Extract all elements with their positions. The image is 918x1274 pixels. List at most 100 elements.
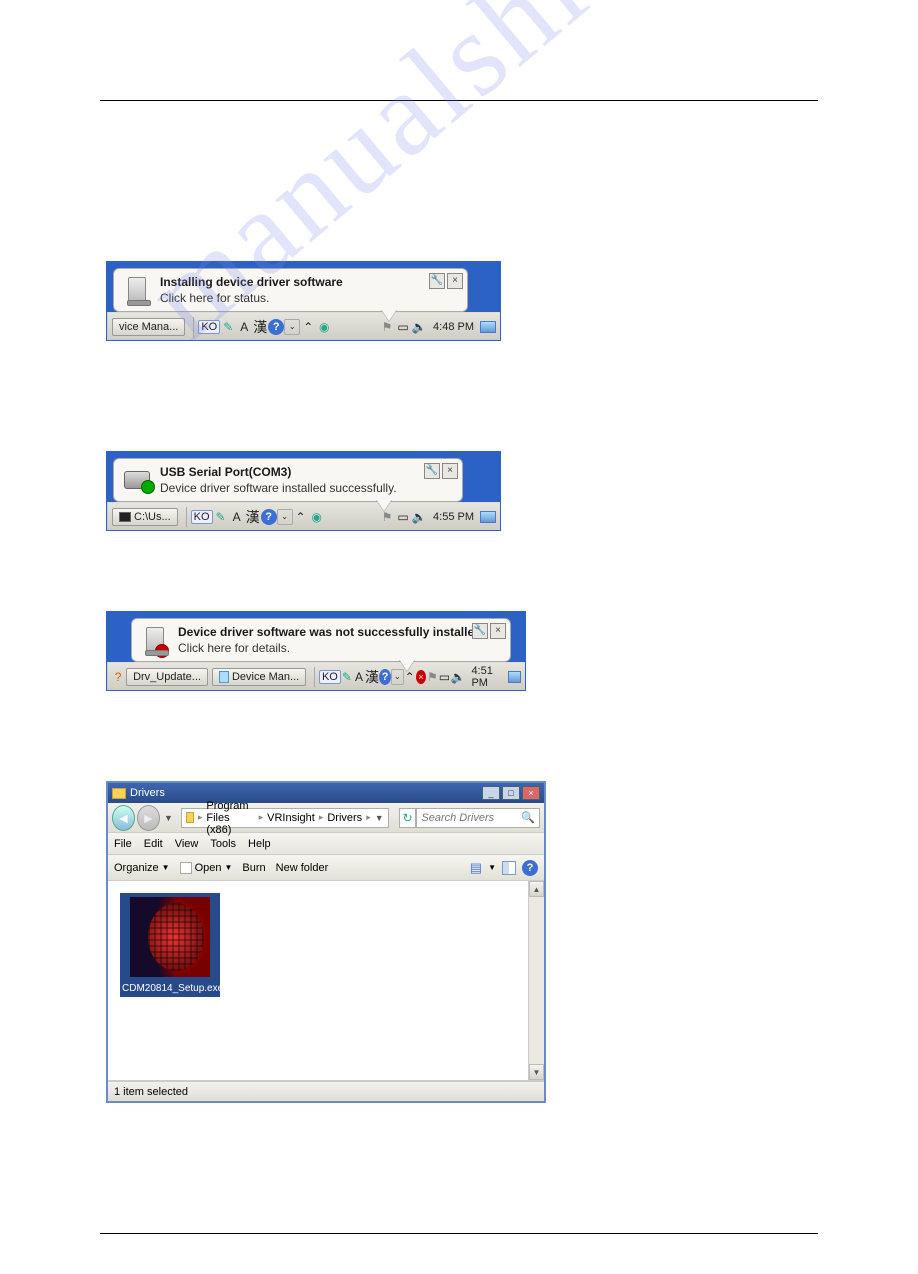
balloon-tail (376, 499, 392, 511)
wrench-icon[interactable]: 🔧 (429, 273, 445, 289)
show-desktop[interactable] (480, 321, 496, 333)
taskbar-button[interactable]: C:\Us... (112, 508, 178, 526)
close-icon[interactable]: × (442, 463, 458, 479)
folder-icon (186, 812, 194, 823)
speaker-icon[interactable]: 🔈 (411, 319, 427, 335)
ime-language-indicator[interactable]: KO (319, 670, 341, 684)
scene-fail: 🔧 × Device driver software was not succe… (106, 611, 526, 691)
balloon-message: Device driver software installed success… (160, 481, 397, 495)
speaker-icon[interactable]: 🔈 (411, 509, 427, 525)
hanja-icon[interactable]: 漢 (252, 319, 268, 335)
help-icon[interactable]: ? (261, 509, 277, 525)
tray-driver-error-icon[interactable]: × (416, 670, 427, 684)
show-desktop[interactable] (508, 671, 521, 683)
taskbar-button[interactable]: Device Man... (212, 668, 306, 686)
search-input[interactable] (421, 812, 521, 824)
search-icon[interactable]: 🔍 (521, 811, 535, 824)
file-pane[interactable]: CDM20814_Setup.exe ▲ ▼ (108, 881, 544, 1081)
ime-language-indicator[interactable]: KO (191, 510, 213, 524)
view-dropdown-icon[interactable]: ▼ (488, 863, 496, 872)
balloon-installed[interactable]: 🔧 × USB Serial Port(COM3) Device driver … (113, 458, 463, 502)
tray-caret-icon[interactable]: ⌃ (293, 509, 309, 525)
breadcrumb-dropdown-icon[interactable]: ▼ (375, 813, 384, 823)
flag-icon[interactable]: ⚑ (426, 669, 438, 685)
view-mode-icon[interactable]: ▤ (470, 860, 482, 876)
balloon-fail[interactable]: 🔧 × Device driver software was not succe… (131, 618, 511, 662)
title-bar[interactable]: Drivers _ □ × (108, 783, 544, 803)
ime-tool-icon[interactable]: ✎ (341, 669, 353, 685)
taskbar-button[interactable]: vice Mana... (112, 318, 185, 336)
scene-installed: 🔧 × USB Serial Port(COM3) Device driver … (106, 451, 501, 531)
balloon-message: Click here for status. (160, 291, 343, 305)
show-desktop[interactable] (480, 511, 496, 523)
maximize-button[interactable]: □ (502, 786, 520, 800)
monitors-icon[interactable]: ▭ (395, 509, 411, 525)
balloon-message: Click here for details. (178, 641, 481, 655)
ime-language-indicator[interactable]: KO (198, 320, 220, 334)
ime-tool-icon[interactable]: ✎ (220, 319, 236, 335)
clock[interactable]: 4:55 PM (427, 511, 480, 523)
breadcrumb-item[interactable]: Program Files (x86) (206, 800, 254, 836)
breadcrumb-item[interactable]: Drivers (327, 812, 362, 824)
monitors-icon[interactable]: ▭ (438, 669, 450, 685)
tray-driver-icon[interactable]: ◉ (309, 509, 325, 525)
scroll-down-icon[interactable]: ▼ (529, 1064, 544, 1080)
help-icon[interactable]: ? (379, 669, 391, 685)
new-folder-button[interactable]: New folder (276, 862, 329, 874)
computer-tower-icon (122, 275, 152, 305)
monitors-icon[interactable]: ▭ (395, 319, 411, 335)
open-button[interactable]: Open▼ (180, 862, 233, 874)
help-book-icon[interactable]: ? (112, 669, 124, 685)
taskbar-button[interactable]: Drv_Update... (126, 668, 208, 686)
menu-help[interactable]: Help (248, 838, 271, 850)
menu-bar: File Edit View Tools Help (108, 833, 544, 855)
breadcrumb-item[interactable]: VRInsight (267, 812, 315, 824)
folder-icon (112, 788, 126, 799)
hanja-icon[interactable]: 漢 (245, 509, 261, 525)
wrench-icon[interactable]: 🔧 (472, 623, 488, 639)
preview-pane-icon[interactable] (502, 861, 516, 875)
computer-tower-error-icon (140, 625, 170, 655)
settings-caret-icon[interactable]: ⌄ (277, 509, 293, 525)
ime-tool-icon[interactable]: ✎ (213, 509, 229, 525)
close-icon[interactable]: × (490, 623, 506, 639)
speaker-icon[interactable]: 🔈 (450, 669, 465, 685)
status-text: 1 item selected (114, 1086, 188, 1098)
vertical-scrollbar[interactable]: ▲ ▼ (528, 881, 544, 1080)
menu-view[interactable]: View (175, 838, 199, 850)
hanja-icon[interactable]: 漢 (365, 669, 379, 685)
burn-button[interactable]: Burn (242, 862, 265, 874)
balloon-title: USB Serial Port(COM3) (160, 465, 397, 479)
help-icon[interactable]: ? (268, 319, 284, 335)
history-dropdown-icon[interactable]: ▼ (164, 813, 173, 823)
settings-caret-icon[interactable]: ⌄ (284, 319, 300, 335)
wrench-icon[interactable]: 🔧 (424, 463, 440, 479)
file-label: CDM20814_Setup.exe (120, 981, 220, 997)
cmd-icon (119, 512, 131, 522)
file-item[interactable]: CDM20814_Setup.exe (120, 893, 220, 997)
letter-a-icon[interactable]: A (353, 669, 365, 685)
minimize-button[interactable]: _ (482, 786, 500, 800)
letter-a-icon[interactable]: A (229, 509, 245, 525)
search-box[interactable]: 🔍 (416, 808, 540, 828)
back-button[interactable]: ◄ (112, 805, 135, 831)
close-icon[interactable]: × (447, 273, 463, 289)
scroll-up-icon[interactable]: ▲ (529, 881, 544, 897)
letter-a-icon[interactable]: A (236, 319, 252, 335)
tray-driver-icon[interactable]: ◉ (316, 319, 332, 335)
organize-button[interactable]: Organize▼ (114, 862, 170, 874)
clock[interactable]: 4:48 PM (427, 321, 480, 333)
refresh-button[interactable]: ↻ (399, 808, 417, 828)
breadcrumb[interactable]: ▸ Program Files (x86) ▸ VRInsight ▸ Driv… (181, 808, 389, 828)
devmgr-icon (219, 671, 229, 683)
explorer-window: Drivers _ □ × ◄ ► ▼ ▸ Program Files (x86… (106, 781, 546, 1103)
close-button[interactable]: × (522, 786, 540, 800)
menu-tools[interactable]: Tools (210, 838, 236, 850)
help-icon[interactable]: ? (522, 860, 538, 876)
menu-edit[interactable]: Edit (144, 838, 163, 850)
balloon-installing[interactable]: 🔧 × Installing device driver software Cl… (113, 268, 468, 312)
forward-button[interactable]: ► (137, 805, 160, 831)
tray-caret-icon[interactable]: ⌃ (300, 319, 316, 335)
clock[interactable]: 4:51 PM (465, 665, 508, 689)
menu-file[interactable]: File (114, 838, 132, 850)
